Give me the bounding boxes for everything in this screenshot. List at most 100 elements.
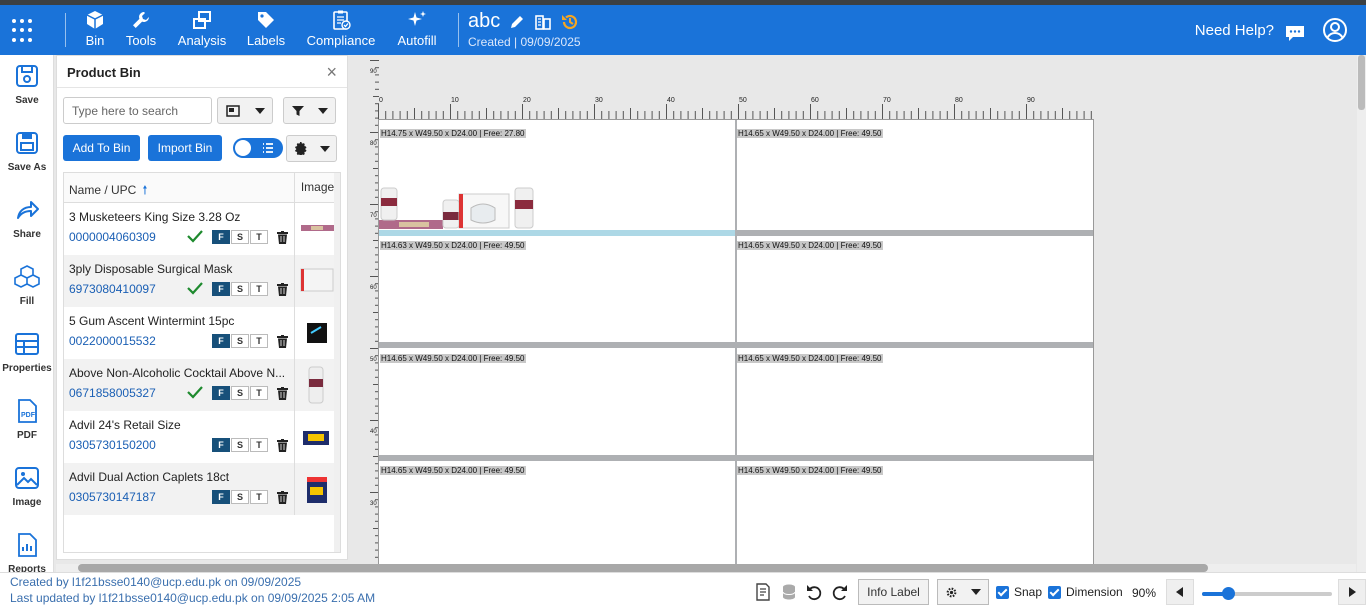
sort-arrow-icon[interactable]: 🠕 [142, 183, 147, 197]
close-icon[interactable]: × [326, 62, 337, 83]
product-3-musketeers[interactable] [379, 220, 443, 229]
trash-icon[interactable] [277, 231, 288, 244]
face-toggle[interactable]: F [212, 230, 230, 244]
rail-share[interactable]: Share [0, 197, 53, 240]
placed-products[interactable] [379, 184, 539, 230]
table-row[interactable]: Advil 24's Retail Size 0305730150200 F S T [64, 411, 336, 463]
nav-labels[interactable]: Labels [246, 9, 286, 48]
rail-reports[interactable]: Reports [0, 532, 53, 573]
scrollbar-thumb[interactable] [78, 564, 1208, 572]
product-advil-bottle-2[interactable] [514, 187, 534, 229]
zoom-out-button[interactable] [1166, 579, 1194, 605]
side-toggle[interactable]: S [231, 438, 249, 452]
view-mode-dropdown[interactable] [217, 97, 273, 124]
table-scrollbar[interactable] [334, 173, 340, 552]
project-name: abc [468, 10, 501, 32]
zoom-in-button[interactable] [1338, 579, 1366, 605]
face-toggle[interactable]: F [212, 386, 230, 400]
shelf-2[interactable] [379, 342, 1093, 348]
wrench-icon [133, 12, 149, 28]
side-toggle[interactable]: S [231, 386, 249, 400]
product-upc[interactable]: 0022000015532 [69, 334, 156, 348]
face-toggle[interactable]: F [212, 438, 230, 452]
trash-icon[interactable] [277, 283, 288, 296]
side-toggle[interactable]: S [231, 230, 249, 244]
info-label-button[interactable]: Info Label [858, 579, 929, 605]
shelf-3[interactable] [379, 455, 1093, 461]
face-toggle[interactable]: F [212, 490, 230, 504]
nav-tools[interactable]: Tools [124, 9, 158, 48]
rail-pdf-label: PDF [17, 430, 37, 441]
ruler-label: 40 [370, 429, 377, 435]
product-upc[interactable]: 6973080410097 [69, 282, 156, 296]
redo-icon[interactable] [831, 583, 849, 601]
help-link[interactable]: Need Help? [1195, 22, 1274, 39]
search-input[interactable] [63, 97, 212, 124]
vertical-scrollbar[interactable] [1357, 55, 1366, 573]
import-bin-button[interactable]: Import Bin [148, 135, 222, 161]
product-advil-bottle[interactable] [380, 187, 398, 221]
trash-icon[interactable] [277, 387, 288, 400]
top-toggle[interactable]: T [250, 438, 268, 452]
rail-image[interactable]: Image [0, 465, 53, 508]
table-row[interactable]: 3 Musketeers King Size 3.28 Oz 0000004060… [64, 203, 336, 255]
notes-icon[interactable] [754, 583, 772, 601]
top-toggle[interactable]: T [250, 386, 268, 400]
nav-bin[interactable]: Bin [83, 9, 107, 48]
dimension-checkbox[interactable]: Dimension [1048, 585, 1123, 599]
horizontal-scrollbar[interactable] [56, 564, 1356, 572]
zoom-slider[interactable] [1202, 587, 1332, 600]
rail-pdf[interactable]: PDF PDF [0, 398, 53, 441]
undo-icon[interactable] [805, 583, 823, 601]
rail-save[interactable]: Save [0, 63, 53, 106]
product-upc[interactable]: 0000004060309 [69, 230, 156, 244]
nav-bin-label: Bin [85, 33, 105, 48]
top-toggle[interactable]: T [250, 490, 268, 504]
nav-compliance[interactable]: Compliance [305, 9, 377, 48]
side-toggle[interactable]: S [231, 490, 249, 504]
filter-dropdown[interactable] [283, 97, 336, 124]
product-above-bottle[interactable] [442, 199, 460, 229]
chevron-down-icon [318, 107, 329, 114]
table-row[interactable]: 5 Gum Ascent Wintermint 15pc 002200001553… [64, 307, 336, 359]
rail-properties[interactable]: Properties [0, 331, 53, 374]
product-mask-box[interactable] [458, 193, 510, 229]
col-name-header[interactable]: Name / UPC 🠕 [69, 181, 148, 202]
nav-autofill[interactable]: Autofill [395, 9, 439, 48]
table-row[interactable]: 3ply Disposable Surgical Mask 69730804100… [64, 255, 336, 307]
table-row[interactable]: Above Non-Alcoholic Cocktail Above N... 0… [64, 359, 336, 411]
list-view-toggle[interactable] [233, 138, 283, 158]
trash-icon[interactable] [277, 491, 288, 504]
display-settings-dropdown[interactable] [937, 579, 989, 605]
table-row[interactable]: Advil Dual Action Caplets 18ct 0305730147… [64, 463, 336, 515]
pencil-icon[interactable] [508, 13, 526, 31]
settings-dropdown[interactable] [286, 135, 337, 162]
product-upc[interactable]: 0671858005327 [69, 386, 156, 400]
face-toggle[interactable]: F [212, 282, 230, 296]
user-avatar-icon[interactable] [1322, 17, 1348, 43]
rail-fill[interactable]: Fill [0, 264, 53, 307]
product-upc[interactable]: 0305730150200 [69, 438, 156, 452]
app-root: Bin Tools Analysis Labels Compliance Aut… [0, 0, 1366, 609]
history-icon[interactable] [560, 12, 580, 32]
side-toggle[interactable]: S [231, 334, 249, 348]
face-toggle[interactable]: F [212, 334, 230, 348]
zoom-slider-handle[interactable] [1222, 587, 1235, 600]
product-upc[interactable]: 0305730147187 [69, 490, 156, 504]
top-toggle[interactable]: T [250, 334, 268, 348]
rail-save-as[interactable]: Save As [0, 130, 53, 173]
top-toggle[interactable]: T [250, 282, 268, 296]
trash-icon[interactable] [277, 439, 288, 452]
chat-icon[interactable] [1284, 23, 1306, 43]
add-to-bin-button[interactable]: Add To Bin [63, 135, 140, 161]
trash-icon[interactable] [277, 335, 288, 348]
scrollbar-thumb[interactable] [1358, 55, 1365, 110]
side-toggle[interactable]: S [231, 282, 249, 296]
building-icon[interactable] [534, 13, 552, 31]
fixture[interactable]: H14.75 x W49.50 x D24.00 | Free: 27.80 H… [378, 119, 1094, 566]
top-toggle[interactable]: T [250, 230, 268, 244]
database-icon[interactable] [780, 583, 798, 601]
snap-checkbox[interactable]: Snap [996, 585, 1042, 599]
nav-analysis[interactable]: Analysis [176, 9, 228, 48]
apps-grid-icon[interactable] [12, 19, 36, 43]
